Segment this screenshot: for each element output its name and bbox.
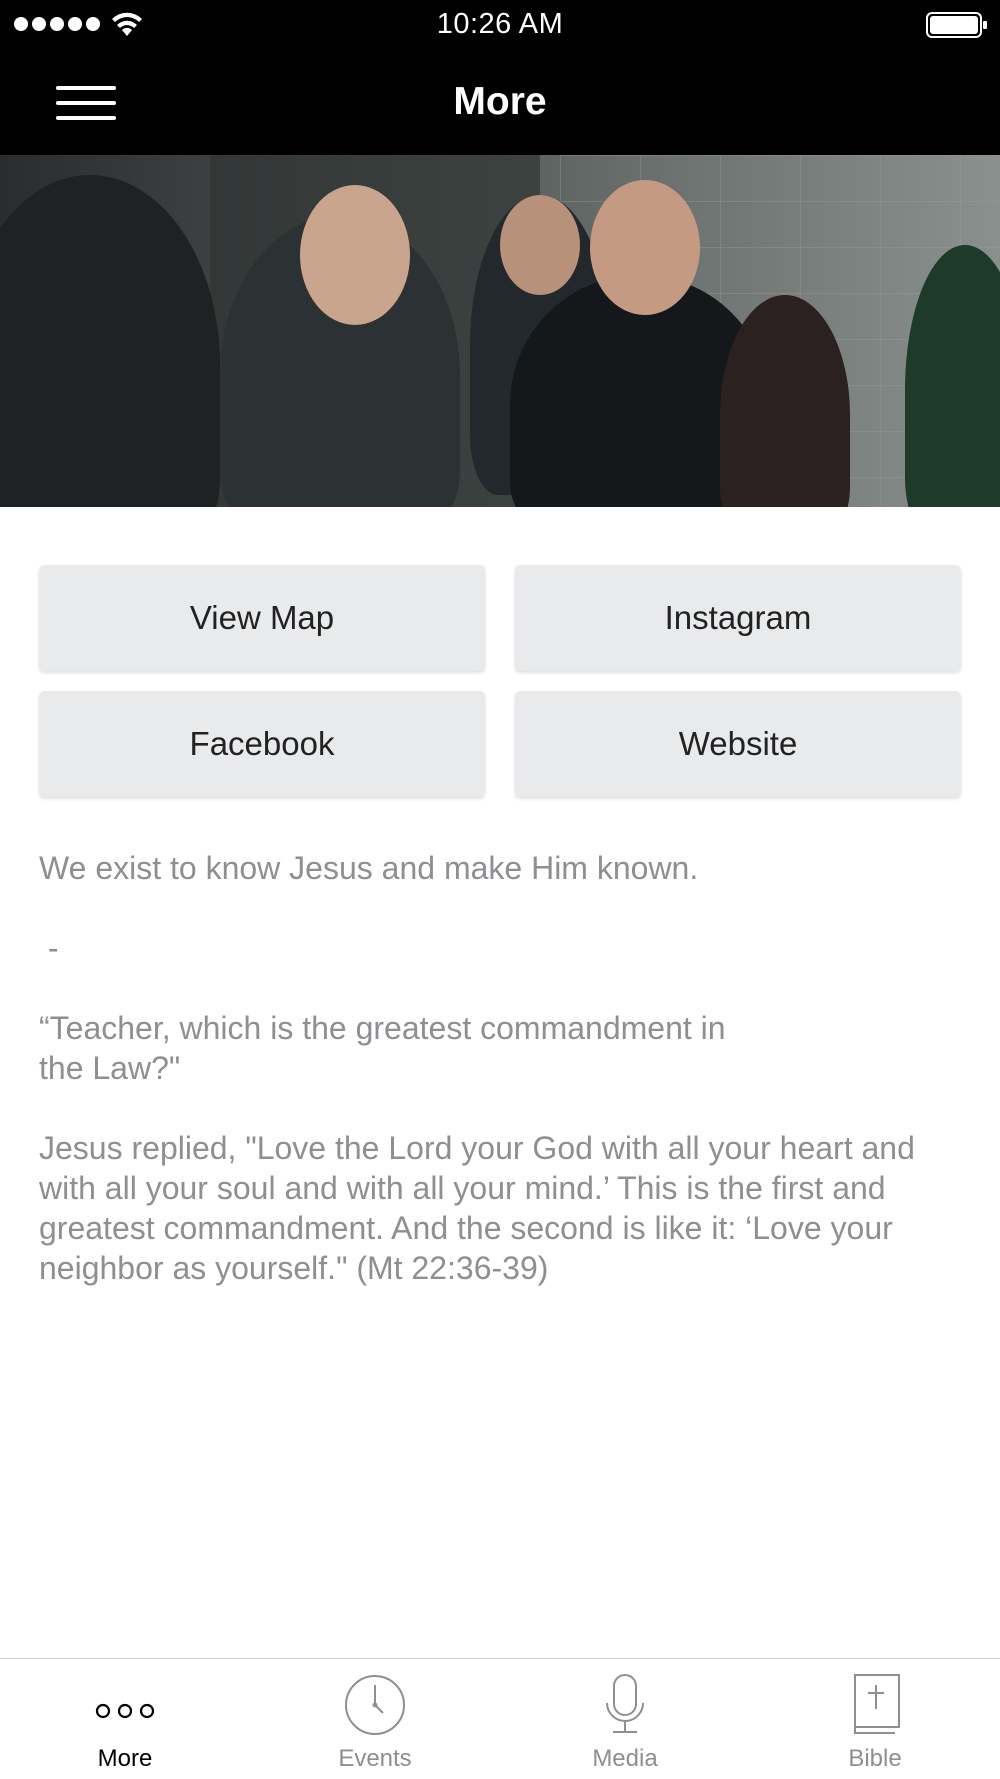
microphone-icon: [606, 1674, 644, 1733]
tab-more-label: More: [97, 1745, 153, 1772]
navigation-bar: More: [0, 52, 1000, 155]
page-title: More: [453, 80, 547, 123]
action-buttons: View Map Instagram Facebook Website: [39, 565, 961, 797]
tab-media[interactable]: Media: [500, 1659, 750, 1779]
tab-events[interactable]: Events: [250, 1659, 500, 1779]
scripture-answer: Jesus replied, "Love the Lord your God w…: [39, 1130, 924, 1286]
website-button[interactable]: Website: [515, 691, 961, 797]
bible-icon: [854, 1674, 900, 1734]
more-dots-icon: [95, 1703, 155, 1719]
description-text: We exist to know Jesus and make Him know…: [39, 848, 961, 1288]
status-time: 10:26 AM: [436, 8, 564, 40]
tab-bible-label: Bible: [848, 1745, 902, 1772]
tab-events-label: Events: [338, 1745, 412, 1772]
mission-statement: We exist to know Jesus and make Him know…: [39, 850, 699, 886]
facebook-button[interactable]: Facebook: [39, 691, 485, 797]
tab-more[interactable]: More: [0, 1659, 250, 1779]
battery-icon: [926, 12, 987, 38]
tab-bar: More Events Media Bible: [0, 1658, 1000, 1779]
view-map-button[interactable]: View Map: [39, 565, 485, 671]
scripture-question: “Teacher, which is the greatest commandm…: [39, 1010, 726, 1086]
separator-dash: -: [39, 930, 59, 966]
hero-image: [0, 155, 1000, 507]
tab-media-label: Media: [592, 1745, 658, 1772]
instagram-button[interactable]: Instagram: [515, 565, 961, 671]
clock-icon: [345, 1675, 405, 1735]
tab-bible[interactable]: Bible: [750, 1659, 1000, 1779]
status-bar: 10:26 AM: [0, 0, 1000, 52]
